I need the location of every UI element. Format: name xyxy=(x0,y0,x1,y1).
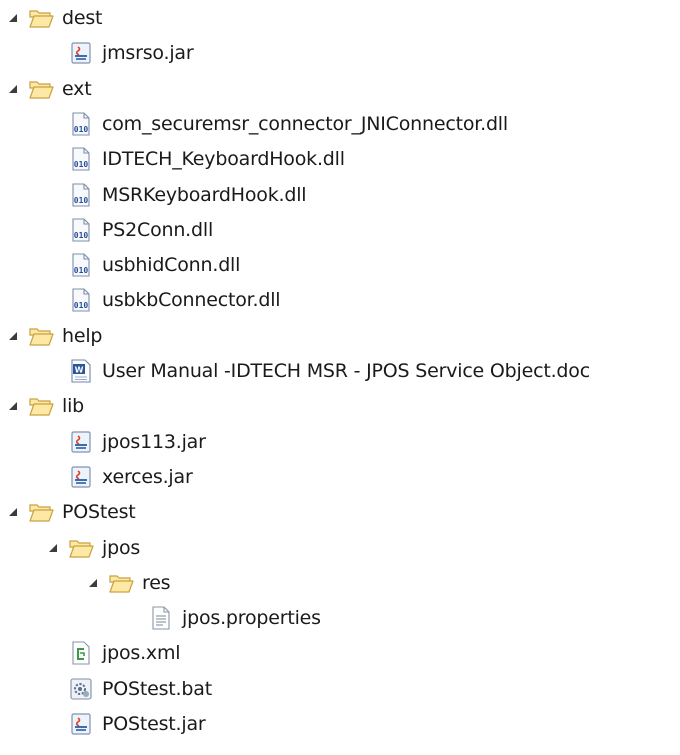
expand-toggle-icon[interactable] xyxy=(6,82,20,96)
text-file-icon xyxy=(148,606,174,630)
jar-file-icon xyxy=(68,465,94,489)
tree-folder-row[interactable]: help xyxy=(6,318,102,354)
folder-open-icon xyxy=(108,571,134,595)
toggle-spacer xyxy=(46,152,60,166)
tree-node-label: PS2Conn.dll xyxy=(102,218,214,241)
jar-file-icon xyxy=(68,712,94,736)
binary-file-icon: 010 xyxy=(68,218,94,242)
binary-file-icon: 010 xyxy=(68,288,94,312)
project-file-tree: dest jmsrso.jar ext 010 com_securemsr_connec… xyxy=(0,0,680,755)
tree-node-label: MSRKeyboardHook.dll xyxy=(102,183,307,206)
toggle-spacer xyxy=(46,364,60,378)
tree-file-row[interactable]: xerces.jar xyxy=(46,459,193,495)
tree-node-label: usbkbConnector.dll xyxy=(102,289,281,312)
svg-text:010: 010 xyxy=(74,231,89,240)
folder-open-icon xyxy=(28,6,54,30)
tree-node-label: User Manual -IDTECH MSR - JPOS Service O… xyxy=(102,360,590,382)
tree-node-label: usbhidConn.dll xyxy=(102,254,241,277)
tree-node-label: jpos xyxy=(102,536,141,559)
tree-node-label: com_securemsr_connector_JNIConnector.dll xyxy=(102,112,508,135)
tree-folder-row[interactable]: POStest xyxy=(6,494,136,530)
expand-toggle-icon[interactable] xyxy=(86,576,100,590)
folder-open-icon xyxy=(68,536,94,560)
toggle-spacer xyxy=(46,46,60,60)
tree-folder-row[interactable]: res xyxy=(86,565,171,601)
toggle-spacer xyxy=(46,717,60,731)
binary-file-icon: 010 xyxy=(68,112,94,136)
toggle-spacer xyxy=(126,611,140,625)
tree-file-row[interactable]: POStest.jar xyxy=(46,706,206,742)
tree-file-row[interactable]: 010 MSRKeyboardHook.dll xyxy=(46,177,307,213)
word-document-icon: W xyxy=(68,359,94,383)
tree-node-label: dest xyxy=(62,7,103,29)
svg-text:010: 010 xyxy=(74,266,89,275)
tree-file-row[interactable]: 010 usbkbConnector.dll xyxy=(46,282,281,318)
toggle-spacer xyxy=(46,258,60,272)
toggle-spacer xyxy=(46,293,60,307)
tree-folder-row[interactable]: jpos xyxy=(46,530,140,566)
tree-node-label: res xyxy=(142,571,171,594)
tree-file-row[interactable]: jpos.xml xyxy=(46,635,181,671)
svg-text:010: 010 xyxy=(74,196,89,205)
folder-open-icon xyxy=(28,77,54,101)
jar-file-icon xyxy=(68,430,94,454)
toggle-spacer xyxy=(46,682,60,696)
svg-text:010: 010 xyxy=(74,125,89,134)
batch-file-icon xyxy=(68,677,94,701)
tree-node-label: POStest.jar xyxy=(102,713,206,735)
folder-open-icon xyxy=(28,500,54,524)
tree-file-row[interactable]: 010 IDTECH_KeyboardHook.dll xyxy=(46,141,345,177)
tree-folder-row[interactable]: dest xyxy=(6,0,103,36)
binary-file-icon: 010 xyxy=(68,182,94,207)
toggle-spacer xyxy=(46,470,60,484)
folder-open-icon xyxy=(28,324,54,348)
tree-node-label: jpos113.jar xyxy=(102,430,206,453)
toggle-spacer xyxy=(46,223,60,237)
expand-toggle-icon[interactable] xyxy=(6,11,20,25)
tree-node-label: jmsrso.jar xyxy=(102,42,194,65)
expand-toggle-icon[interactable] xyxy=(46,541,60,555)
tree-folder-row[interactable]: ext xyxy=(6,71,92,107)
tree-file-row[interactable]: 010 PS2Conn.dll xyxy=(46,212,213,248)
tree-file-row[interactable]: jpos113.jar xyxy=(46,424,206,460)
tree-node-label: xerces.jar xyxy=(102,465,193,488)
tree-node-label: jpos.properties xyxy=(182,607,321,630)
toggle-spacer xyxy=(46,117,60,131)
svg-text:W: W xyxy=(75,366,84,375)
svg-text:010: 010 xyxy=(74,160,89,169)
svg-text:010: 010 xyxy=(74,301,89,310)
expand-toggle-icon[interactable] xyxy=(6,329,20,343)
xml-file-icon xyxy=(68,641,94,665)
tree-node-label: IDTECH_KeyboardHook.dll xyxy=(102,148,345,171)
tree-file-row[interactable]: POStest.bat xyxy=(46,671,212,707)
tree-file-row[interactable]: jpos.properties xyxy=(126,600,321,636)
expand-toggle-icon[interactable] xyxy=(6,399,20,413)
tree-node-label: POStest xyxy=(62,501,136,524)
tree-node-label: help xyxy=(62,324,103,347)
toggle-spacer xyxy=(46,188,60,202)
tree-node-label: lib xyxy=(62,395,85,418)
folder-open-icon xyxy=(28,394,54,418)
tree-node-label: ext xyxy=(62,77,92,100)
expand-toggle-icon[interactable] xyxy=(6,505,20,519)
tree-file-row[interactable]: 010 com_securemsr_connector_JNIConnector.… xyxy=(46,106,508,142)
toggle-spacer xyxy=(46,435,60,449)
tree-file-row[interactable]: jmsrso.jar xyxy=(46,35,194,71)
binary-file-icon: 010 xyxy=(68,253,94,277)
tree-file-row[interactable]: 010 usbhidConn.dll xyxy=(46,247,240,283)
tree-folder-row[interactable]: lib xyxy=(6,388,84,424)
tree-file-row[interactable]: W User Manual -IDTECH MSR - JPOS Service … xyxy=(46,353,590,389)
toggle-spacer xyxy=(46,646,60,660)
tree-node-label: POStest.bat xyxy=(102,677,212,700)
binary-file-icon: 010 xyxy=(68,147,94,171)
jar-file-icon xyxy=(68,41,94,65)
tree-node-label: jpos.xml xyxy=(102,642,181,665)
